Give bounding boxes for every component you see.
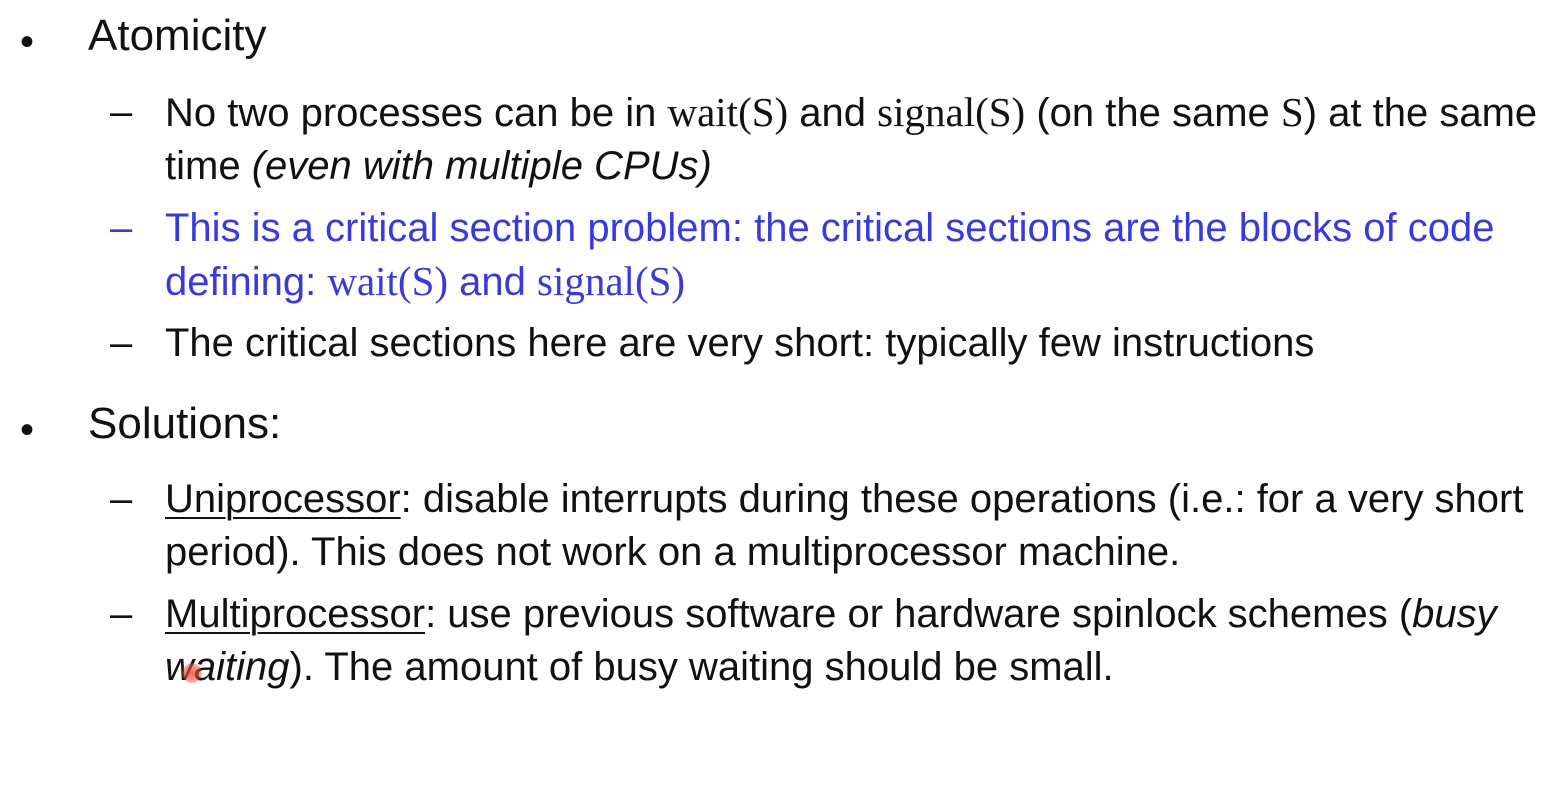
term-uniprocessor: Uniprocessor — [165, 477, 401, 521]
wait-code: wait(S) — [327, 258, 449, 304]
text-segment: ). The amount of busy waiting should be … — [289, 645, 1114, 689]
heading-solutions: Solutions: — [88, 399, 282, 448]
dash-marker: – — [110, 321, 133, 365]
signal-code: signal(S) — [537, 258, 686, 304]
dash-marker: – — [110, 206, 133, 250]
laser-pointer-dot — [182, 663, 202, 683]
bullet-marker: • — [20, 408, 35, 452]
atomicity-item-3: The critical sections here are very shor… — [165, 321, 1315, 365]
italic-note: (even with multiple CPUs) — [251, 144, 712, 188]
text-segment: and — [788, 91, 878, 135]
dash-marker: – — [110, 90, 133, 134]
atomicity-item-1: No two processes can be in wait(S) and s… — [165, 86, 1545, 193]
text-segment: and — [448, 260, 538, 304]
solutions-item-2: Multiprocessor: use previous software or… — [165, 588, 1545, 694]
signal-code: signal(S) — [877, 89, 1026, 135]
bullet-marker: • — [20, 20, 35, 64]
dash-marker: – — [110, 477, 133, 521]
wait-code: wait(S) — [667, 89, 789, 135]
atomicity-item-2: This is a critical section problem: the … — [165, 202, 1545, 309]
text-segment: : use previous software or hardware spin… — [425, 592, 1413, 636]
slide: • Atomicity – No two processes can be in… — [0, 0, 1566, 786]
term-multiprocessor: Multiprocessor — [165, 592, 426, 636]
text-segment: No two processes can be in — [165, 91, 668, 135]
dash-marker: – — [110, 592, 133, 636]
text-segment: (on the same — [1025, 91, 1281, 135]
heading-atomicity: Atomicity — [88, 11, 267, 60]
semaphore-code: S — [1280, 89, 1304, 135]
solutions-item-1: Uniprocessor: disable interrupts during … — [165, 473, 1545, 579]
